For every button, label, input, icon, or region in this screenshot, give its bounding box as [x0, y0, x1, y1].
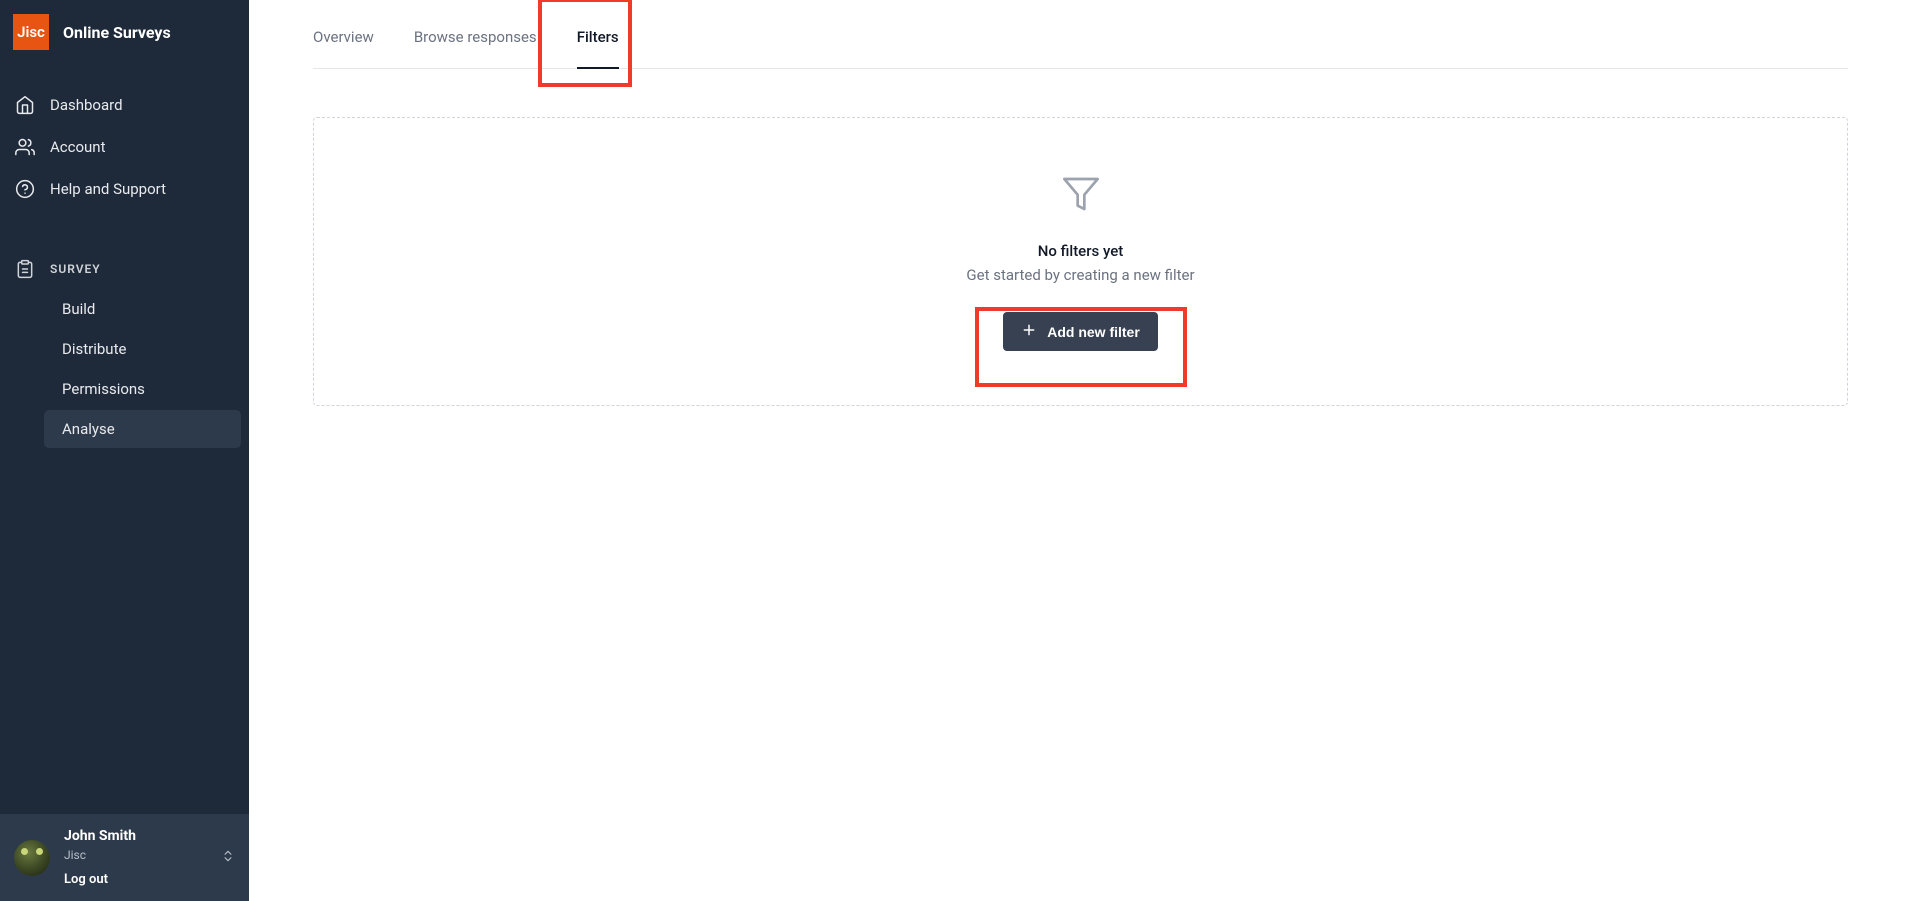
subnav-permissions[interactable]: Permissions — [44, 370, 241, 408]
logo: Jisc — [13, 14, 49, 50]
nav-dashboard[interactable]: Dashboard — [0, 84, 249, 126]
tab-filters[interactable]: Filters — [577, 28, 619, 68]
empty-state: No filters yet Get started by creating a… — [313, 117, 1848, 406]
tabs: Overview Browse responses Filters — [313, 0, 1848, 69]
tab-overview[interactable]: Overview — [313, 28, 374, 68]
primary-nav: Dashboard Account Help and Support SURVE… — [0, 64, 249, 450]
help-icon — [14, 178, 36, 200]
tab-browse-responses[interactable]: Browse responses — [414, 28, 537, 68]
sidebar-footer[interactable]: John Smith Jisc Log out — [0, 814, 249, 901]
user-info: John Smith Jisc Log out — [64, 828, 207, 887]
empty-subtitle: Get started by creating a new filter — [966, 266, 1194, 284]
sidebar-header: Jisc Online Surveys — [0, 0, 249, 64]
user-org: Jisc — [64, 848, 207, 862]
nav-help-label: Help and Support — [50, 180, 166, 198]
subnav-analyse[interactable]: Analyse — [44, 410, 241, 448]
main-content: Overview Browse responses Filters No fil… — [249, 0, 1912, 901]
clipboard-icon — [14, 258, 36, 280]
user-name: John Smith — [64, 828, 207, 844]
section-survey-label: SURVEY — [50, 262, 101, 276]
home-icon — [14, 94, 36, 116]
section-survey-header: SURVEY — [0, 248, 249, 290]
empty-title: No filters yet — [1038, 242, 1124, 260]
plus-icon — [1021, 322, 1037, 341]
nav-dashboard-label: Dashboard — [50, 96, 123, 114]
survey-subnav: Build Distribute Permissions Analyse — [44, 290, 241, 448]
logout-link[interactable]: Log out — [64, 872, 207, 887]
add-new-filter-label: Add new filter — [1047, 324, 1140, 340]
users-icon — [14, 136, 36, 158]
funnel-icon — [1061, 174, 1101, 218]
nav-account-label: Account — [50, 138, 106, 156]
subnav-build[interactable]: Build — [44, 290, 241, 328]
app-title: Online Surveys — [63, 23, 171, 42]
sidebar: Jisc Online Surveys Dashboard Account He… — [0, 0, 249, 901]
avatar — [14, 840, 50, 876]
nav-help[interactable]: Help and Support — [0, 168, 249, 210]
nav-account[interactable]: Account — [0, 126, 249, 168]
subnav-distribute[interactable]: Distribute — [44, 330, 241, 368]
logo-text: Jisc — [17, 23, 45, 41]
add-new-filter-button[interactable]: Add new filter — [1003, 312, 1158, 351]
chevron-sort-icon[interactable] — [221, 847, 235, 869]
